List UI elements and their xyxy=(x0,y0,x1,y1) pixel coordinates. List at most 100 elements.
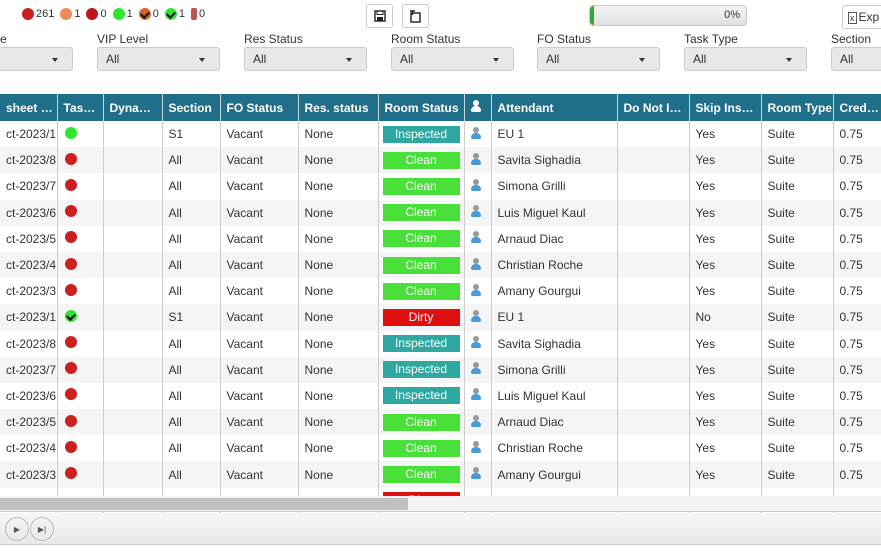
filter-select[interactable]: All xyxy=(391,47,514,71)
cell-assign[interactable] xyxy=(464,330,492,357)
cell-section: All xyxy=(162,409,221,436)
cell-dni xyxy=(617,173,690,200)
cell-assign[interactable] xyxy=(464,278,492,305)
cell-task xyxy=(57,435,104,462)
cell-credits: 0.75 xyxy=(833,409,881,436)
cell-assign[interactable] xyxy=(464,435,492,462)
table-row[interactable]: ct-2023/6… AllVacantNoneClean Luis Miguel … xyxy=(0,199,881,226)
export-button[interactable]: x Exp xyxy=(842,5,881,29)
column-header[interactable]: Credits xyxy=(833,94,881,121)
scrollbar-thumb[interactable] xyxy=(0,498,408,510)
cell-dni xyxy=(617,409,690,436)
table-row[interactable]: ct-2023/4… AllVacantNoneClean Christian Ro… xyxy=(0,251,881,279)
cell-assign[interactable] xyxy=(464,409,492,436)
task-status-icon xyxy=(64,178,77,191)
filter-select[interactable]: All xyxy=(537,47,660,71)
column-header[interactable]: Section xyxy=(162,94,221,121)
filter-select[interactable]: All xyxy=(831,47,881,71)
person-icon[interactable] xyxy=(470,231,481,244)
table-row[interactable]: ct-2023/7… AllVacantNoneInspected Simona G… xyxy=(0,356,881,383)
cell-assign[interactable] xyxy=(464,356,492,383)
table-row[interactable]: ct-2023/5… AllVacantNoneClean Arnaud Diac Y… xyxy=(0,225,881,252)
room-status-badge: Inspected xyxy=(382,125,460,143)
person-icon[interactable] xyxy=(470,152,481,165)
cell-section: S1 xyxy=(162,304,221,331)
filter-value: All xyxy=(253,52,267,66)
column-header[interactable]: Do Not In… xyxy=(617,94,690,121)
cell-section: S1 xyxy=(162,121,221,148)
tag-icon xyxy=(190,8,197,20)
table-row[interactable]: ct-2023/3… AllVacantNoneClean Amany Gourgu… xyxy=(0,278,881,305)
column-header[interactable]: Tas… xyxy=(57,94,104,121)
room-status-badge: Clean xyxy=(382,177,460,195)
cell-assign[interactable] xyxy=(464,461,492,488)
task-status-icon xyxy=(64,440,77,453)
person-icon[interactable] xyxy=(470,388,481,401)
cell-fo: Vacant xyxy=(220,121,299,148)
person-icon[interactable] xyxy=(470,178,481,191)
filter-select[interactable]: All xyxy=(244,47,367,71)
person-icon[interactable] xyxy=(470,205,481,218)
table-row[interactable]: ct-2023/6… AllVacantNoneInspected Luis Mig… xyxy=(0,382,881,410)
column-header[interactable] xyxy=(464,94,492,121)
filter-label: FO Status xyxy=(537,32,592,46)
person-icon[interactable] xyxy=(470,467,481,480)
table-row[interactable]: ct-2023/7… AllVacantNoneClean Simona Grill… xyxy=(0,173,881,200)
table-row[interactable]: ct-2023/8… AllVacantNoneClean Savita Sigha… xyxy=(0,147,881,174)
cell-dni xyxy=(617,435,690,462)
filter-label: VIP Level xyxy=(97,32,149,46)
task-status-icon xyxy=(64,283,77,296)
person-icon[interactable] xyxy=(470,309,481,322)
column-header[interactable]: Room Type xyxy=(761,94,834,121)
table-row[interactable]: ct-2023/8… AllVacantNoneInspected Savita S… xyxy=(0,330,881,357)
table-row[interactable]: ct-2023/4… AllVacantNoneClean Christian Ro… xyxy=(0,435,881,462)
status-counts: 261 1 0 1 0 1 0 xyxy=(22,8,205,20)
cell-assign[interactable] xyxy=(464,225,492,252)
table-row[interactable]: ct-2023/5… AllVacantNoneClean Arnaud Diac Y… xyxy=(0,409,881,436)
cell-task xyxy=(57,382,104,410)
person-icon[interactable] xyxy=(470,126,481,139)
cell-type: Suite xyxy=(761,147,834,174)
cell-skip: Yes xyxy=(689,251,762,279)
cell-assign[interactable] xyxy=(464,147,492,174)
person-icon[interactable] xyxy=(470,336,481,349)
cell-room-status: Clean xyxy=(378,278,465,305)
next-page-button[interactable]: ▶ xyxy=(5,517,29,541)
column-header[interactable]: Attendant xyxy=(491,94,618,121)
cell-assign[interactable] xyxy=(464,199,492,226)
table-row[interactable]: ct-2023/3… AllVacantNoneClean Amany Gourgu… xyxy=(0,461,881,488)
filter-label: e xyxy=(0,32,7,46)
person-icon[interactable] xyxy=(470,440,481,453)
person-icon[interactable] xyxy=(470,257,481,270)
column-header[interactable]: sheet na… xyxy=(0,94,58,121)
cell-task xyxy=(57,199,104,226)
restore-button[interactable] xyxy=(402,4,429,28)
column-header[interactable]: Skip Insp… xyxy=(689,94,762,121)
cell-task xyxy=(57,121,104,148)
last-page-button[interactable]: ▶| xyxy=(30,517,54,541)
filter-select[interactable] xyxy=(0,47,73,71)
cell-assign[interactable] xyxy=(464,304,492,331)
filter-select[interactable]: All xyxy=(684,47,807,71)
person-icon[interactable] xyxy=(470,362,481,375)
column-header[interactable]: Room Status xyxy=(378,94,465,121)
column-header[interactable]: Dyna… xyxy=(103,94,163,121)
cell-credits: 0.75 xyxy=(833,225,881,252)
task-status-icon xyxy=(64,126,77,139)
cell-credits: 0.75 xyxy=(833,278,881,305)
horizontal-scrollbar[interactable] xyxy=(0,496,881,512)
cell-sheet: ct-2023/5… xyxy=(0,225,58,252)
person-icon[interactable] xyxy=(470,283,481,296)
cell-assign[interactable] xyxy=(464,382,492,410)
table-row[interactable]: ct-2023/1 S1 Vacant None Inspected EU 1 Yes Sui… xyxy=(0,121,881,148)
cell-assign[interactable] xyxy=(464,251,492,279)
cell-assign[interactable] xyxy=(464,121,492,148)
cell-assign[interactable] xyxy=(464,173,492,200)
save-button[interactable] xyxy=(366,4,393,28)
column-header[interactable]: FO Status xyxy=(220,94,299,121)
filter-select[interactable]: All xyxy=(97,47,220,71)
column-header[interactable]: Res. status xyxy=(298,94,379,121)
filter-value: All xyxy=(840,52,854,66)
person-icon[interactable] xyxy=(470,414,481,427)
table-row[interactable]: ct-2023/1 S1 Vacant None Dirty EU 1 No Suite 0.7… xyxy=(0,304,881,331)
